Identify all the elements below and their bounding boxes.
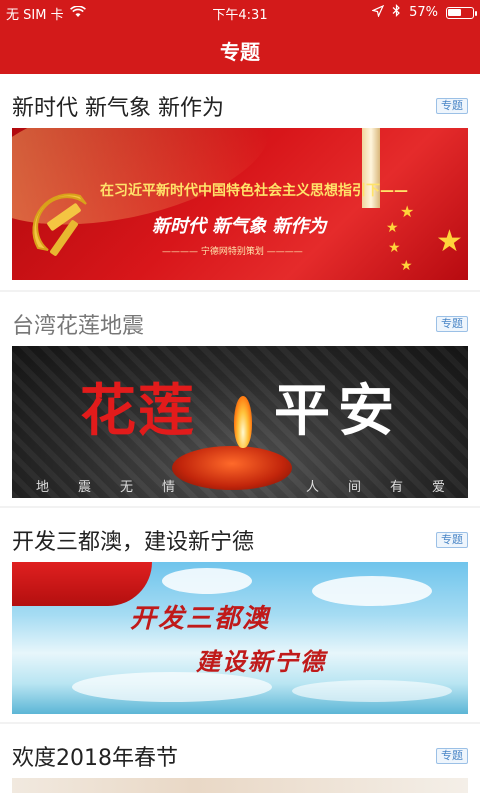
location-icon <box>371 4 385 21</box>
caption-char: 间 <box>348 480 362 495</box>
topic-banner[interactable]: 花莲 平安 地 震 无 情 人 间 有 爱 <box>12 346 468 498</box>
hammer-sickle-icon <box>32 193 87 256</box>
banner-big-right: 平安 <box>274 379 402 444</box>
topic-banner[interactable]: 在习近平新时代中国特色社会主义思想指引下—— 新时代 新气象 新作为 ———— … <box>12 128 468 280</box>
battery-percent: 57% <box>409 5 438 20</box>
topic-tag: 专题 <box>436 748 468 764</box>
candle-icon <box>172 446 292 490</box>
cloud-shape <box>312 576 432 606</box>
banner-headline: 在习近平新时代中国特色社会主义思想指引下—— <box>100 183 408 199</box>
caption-char: 人 <box>306 480 320 495</box>
caption-char: 无 <box>120 480 134 495</box>
cloud-shape <box>292 680 452 702</box>
battery-fill <box>448 8 461 16</box>
banner-line-2: 建设新宁德 <box>196 647 326 676</box>
topic-title[interactable]: 开发三都澳，建设新宁德 <box>12 524 254 556</box>
caption-char: 地 <box>36 480 50 495</box>
star-icon: ★ <box>436 224 463 259</box>
banner-line-1: 开发三都澳 <box>130 604 271 634</box>
topic-tag: 专题 <box>436 316 468 332</box>
caption-char: 有 <box>390 480 404 495</box>
topic-banner[interactable]: 开发三都澳 建设新宁德 <box>12 562 468 714</box>
banner-credit: ———— 宁德网特别策划 ———— <box>162 247 303 257</box>
topic-title[interactable]: 新时代 新气象 新作为 <box>12 90 224 122</box>
caption-char: 爱 <box>432 480 446 495</box>
topic-banner[interactable] <box>12 778 468 793</box>
top-bar: 无 SIM 卡 下午4:31 57% 专题 <box>0 0 480 74</box>
topic-card[interactable]: 开发三都澳，建设新宁德 专题 开发三都澳 建设新宁德 <box>0 508 480 722</box>
topic-list[interactable]: 新时代 新气象 新作为 专题 在习近平新时代中国特色社会主义思想指引下—— 新时… <box>0 74 480 793</box>
caption-char: 情 <box>162 480 176 495</box>
cloud-shape <box>162 568 252 594</box>
topic-card[interactable]: 台湾花莲地震 专题 花莲 平安 地 震 无 情 人 间 有 爱 <box>0 292 480 506</box>
star-icon: ★ <box>400 258 413 274</box>
flame-icon <box>234 396 252 448</box>
banner-slogan: 新时代 新气象 新作为 <box>152 216 327 237</box>
battery-icon <box>446 6 477 19</box>
caption-char: 震 <box>78 480 92 495</box>
topic-title[interactable]: 台湾花莲地震 <box>12 308 144 340</box>
page-title: 专题 <box>220 40 260 64</box>
star-icon: ★ <box>388 240 401 256</box>
topic-tag: 专题 <box>436 98 468 114</box>
bluetooth-icon <box>392 4 401 21</box>
topic-title[interactable]: 欢度2018年春节 <box>12 740 178 772</box>
star-icon: ★ <box>386 220 399 236</box>
topic-tag: 专题 <box>436 532 468 548</box>
banner-big-left: 花莲 <box>80 378 196 444</box>
status-bar: 无 SIM 卡 下午4:31 57% <box>0 0 480 24</box>
topic-card[interactable]: 新时代 新气象 新作为 专题 在习近平新时代中国特色社会主义思想指引下—— 新时… <box>0 74 480 290</box>
topic-card[interactable]: 欢度2018年春节 专题 <box>0 724 480 793</box>
star-icon: ★ <box>400 202 415 221</box>
